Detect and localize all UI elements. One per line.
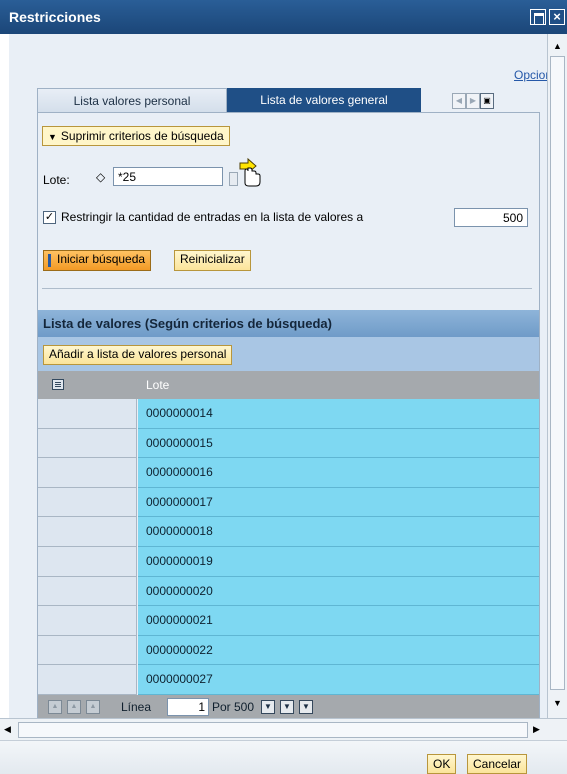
- tab-next-icon[interactable]: ▶: [466, 93, 480, 109]
- vertical-scrollbar[interactable]: ▲ ▼: [547, 34, 567, 718]
- table-row[interactable]: 0000000016: [38, 458, 539, 488]
- add-to-personal-list-button[interactable]: Añadir a lista de valores personal: [43, 345, 233, 365]
- reset-button[interactable]: Reinicializar: [174, 250, 251, 271]
- previous-line-icon[interactable]: ▲: [86, 700, 100, 714]
- lote-cell[interactable]: 0000000018: [138, 517, 539, 547]
- table-row[interactable]: 0000000018: [38, 517, 539, 547]
- restrict-entries-label: Restringir la cantidad de entradas en la…: [61, 210, 364, 224]
- scroll-down-icon[interactable]: ▼: [550, 696, 565, 711]
- max-entries-input[interactable]: [454, 208, 528, 227]
- row-selector[interactable]: [38, 458, 137, 488]
- scroll-thumb-horizontal[interactable]: [18, 722, 528, 738]
- triangle-down-icon: ▼: [48, 132, 57, 142]
- suppress-criteria-button[interactable]: ▼ Suprimir criterios de búsqueda: [42, 126, 230, 146]
- horizontal-scrollbar[interactable]: ◀ ▶: [0, 718, 567, 740]
- next-line-icon[interactable]: ▼: [261, 700, 275, 714]
- multiple-selection-diamond-icon[interactable]: ◇: [96, 170, 105, 184]
- table-row[interactable]: 0000000017: [38, 487, 539, 518]
- lote-input[interactable]: [113, 167, 223, 186]
- grid-header: Lote: [38, 371, 539, 399]
- row-selector[interactable]: [38, 606, 137, 636]
- table-row[interactable]: 0000000027: [38, 665, 539, 695]
- restrict-entries-checkbox[interactable]: ✓: [43, 211, 56, 224]
- column-header-lote[interactable]: Lote: [146, 378, 169, 392]
- results-toolbar: Añadir a lista de valores personal: [38, 337, 539, 371]
- lote-cell[interactable]: 0000000021: [138, 606, 539, 636]
- table-row[interactable]: 0000000015: [38, 428, 539, 459]
- table-row[interactable]: 0000000021: [38, 606, 539, 636]
- next-page-icon[interactable]: ▼: [280, 700, 294, 714]
- table-row[interactable]: 0000000022: [38, 635, 539, 666]
- row-selector[interactable]: [38, 487, 137, 518]
- line-label: Línea: [121, 700, 152, 714]
- scroll-thumb[interactable]: [550, 56, 565, 690]
- row-selector[interactable]: [38, 635, 137, 666]
- dialog-content: Opciones Lista valores personal Lista de…: [9, 34, 547, 718]
- divider: [42, 288, 532, 289]
- lote-cell[interactable]: 0000000017: [138, 487, 539, 518]
- table-row[interactable]: 0000000014: [38, 399, 539, 429]
- results-header: Lista de valores (Según criterios de bús…: [38, 310, 539, 337]
- options-link[interactable]: Opciones: [514, 68, 547, 82]
- tab-list-icon[interactable]: ▣: [480, 93, 494, 109]
- last-page-icon[interactable]: ▼: [299, 700, 313, 714]
- row-selector[interactable]: [38, 665, 137, 695]
- first-page-icon[interactable]: ▲: [48, 700, 62, 714]
- start-search-button[interactable]: Iniciar búsqueda: [43, 250, 152, 271]
- lote-cell[interactable]: 0000000022: [138, 635, 539, 666]
- row-selector[interactable]: [38, 576, 137, 607]
- scroll-left-icon[interactable]: ◀: [4, 724, 11, 735]
- scroll-up-icon[interactable]: ▲: [550, 39, 565, 54]
- row-selector[interactable]: [38, 546, 137, 577]
- lote-cell[interactable]: 0000000014: [138, 399, 539, 429]
- per-page-label: Por 500: [212, 700, 255, 714]
- lote-cell[interactable]: 0000000016: [138, 458, 539, 488]
- table-row[interactable]: 0000000020: [38, 576, 539, 607]
- previous-page-icon[interactable]: ▲: [67, 700, 81, 714]
- row-selector[interactable]: [38, 428, 137, 459]
- row-selector[interactable]: [38, 399, 137, 429]
- table-settings-icon[interactable]: [52, 379, 64, 390]
- scroll-right-icon[interactable]: ▶: [533, 724, 540, 735]
- table-pager: ▲ ▲ ▲ Línea Por 500 ▼ ▼ ▼: [38, 695, 539, 718]
- tab-navigation: ◀ ▶ ▣: [452, 93, 494, 109]
- cancel-button[interactable]: Cancelar: [467, 754, 528, 774]
- lote-cell[interactable]: 0000000019: [138, 546, 539, 577]
- tab-prev-icon[interactable]: ◀: [452, 93, 466, 109]
- results-table: 0000000014 0000000015 0000000016 0000000…: [38, 399, 539, 695]
- suppress-criteria-label: Suprimir criterios de búsqueda: [60, 129, 224, 143]
- lote-label: Lote:: [43, 173, 70, 187]
- close-window-icon[interactable]: ×: [549, 9, 565, 25]
- dialog-footer: OK Cancelar: [0, 740, 567, 774]
- window-title: Restricciones: [9, 9, 101, 25]
- pointer-hand-icon: [239, 157, 261, 187]
- row-selector[interactable]: [38, 517, 137, 547]
- tab-general-value-list[interactable]: Lista de valores general: [227, 88, 421, 112]
- lote-cell[interactable]: 0000000015: [138, 428, 539, 459]
- search-panel: ▼ Suprimir criterios de búsqueda Lote: ◇ …: [37, 112, 540, 718]
- table-row[interactable]: 0000000019: [38, 546, 539, 577]
- lote-cell[interactable]: 0000000027: [138, 665, 539, 695]
- tab-personal-value-list[interactable]: Lista valores personal: [37, 88, 227, 112]
- line-number-input[interactable]: [167, 698, 209, 716]
- window-title-bar: Restricciones ×: [0, 0, 567, 34]
- ok-button[interactable]: OK: [427, 754, 457, 774]
- lote-cell[interactable]: 0000000020: [138, 576, 539, 607]
- restore-window-icon[interactable]: [530, 9, 546, 25]
